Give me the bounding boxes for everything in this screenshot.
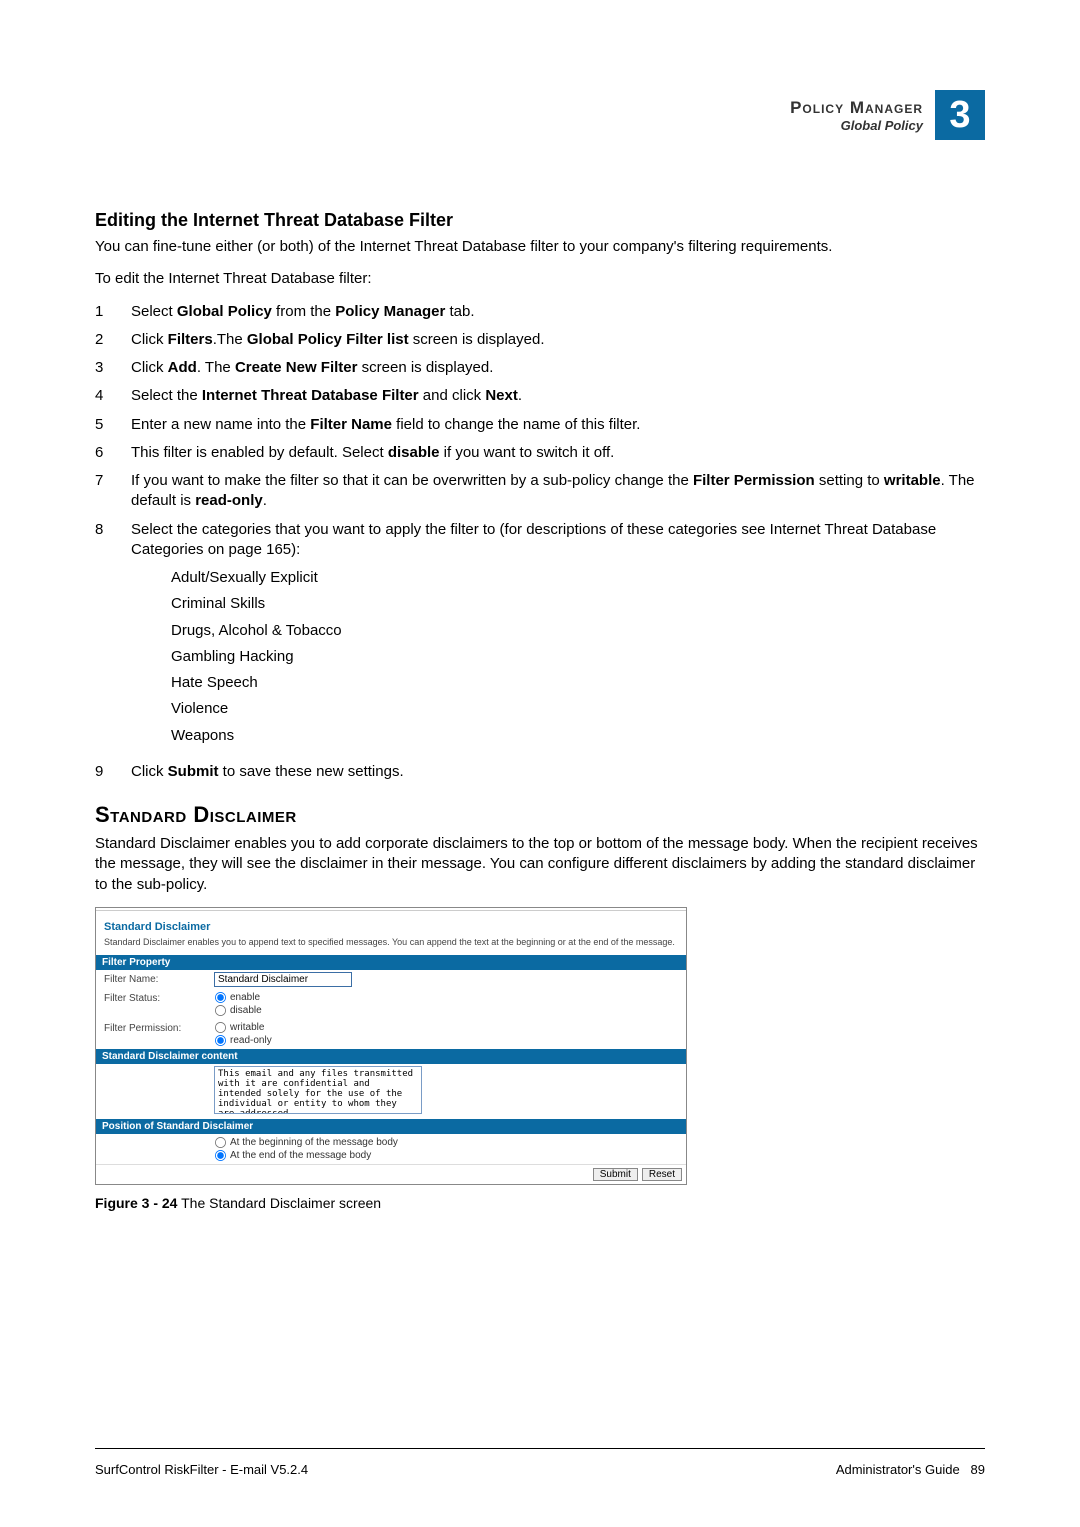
bar-filter-property: Filter Property: [96, 955, 686, 970]
chapter-badge: 3: [935, 90, 985, 140]
row-filter-name: Filter Name:: [96, 970, 686, 989]
step-2: 2 Click Filters.The Global Policy Filter…: [95, 330, 985, 350]
step-6: 6 This filter is enabled by default. Sel…: [95, 443, 985, 463]
category-item: Violence: [171, 699, 985, 719]
shot-description: Standard Disclaimer enables you to appen…: [96, 937, 686, 955]
bar-disclaimer-content: Standard Disclaimer content: [96, 1049, 686, 1064]
label-filter-permission: Filter Permission:: [104, 1021, 214, 1034]
categories-list: Adult/Sexually Explicit Criminal Skills …: [171, 568, 985, 746]
disclaimer-content-textarea[interactable]: [214, 1066, 422, 1114]
figure-caption: Figure 3 - 24 The Standard Disclaimer sc…: [95, 1195, 985, 1211]
radio-pos-beginning[interactable]: At the beginning of the message body: [214, 1136, 678, 1149]
category-item: Drugs, Alcohol & Tobacco: [171, 621, 985, 641]
step-3: 3 Click Add. The Create New Filter scree…: [95, 358, 985, 378]
disclaimer-paragraph: Standard Disclaimer enables you to add c…: [95, 834, 985, 895]
footer-product: SurfControl RiskFilter - E-mail V5.2.4: [95, 1462, 308, 1477]
footer-guide: Administrator's Guide 89: [836, 1462, 985, 1477]
shot-title: Standard Disclaimer: [96, 910, 686, 937]
footer-rule: [95, 1448, 985, 1449]
radio-status-enable[interactable]: enable: [214, 991, 678, 1004]
section-heading-disclaimer: Standard Disclaimer: [95, 802, 985, 828]
screenshot-standard-disclaimer: Standard Disclaimer Standard Disclaimer …: [95, 907, 687, 1185]
step-7: 7 If you want to make the filter so that…: [95, 471, 985, 512]
label-filter-name: Filter Name:: [104, 972, 214, 985]
radio-perm-readonly[interactable]: read-only: [214, 1034, 678, 1047]
row-filter-status: Filter Status: enable disable: [96, 989, 686, 1019]
lead-paragraph: To edit the Internet Threat Database fil…: [95, 269, 985, 289]
row-filter-permission: Filter Permission: writable read-only: [96, 1019, 686, 1049]
step-1: 1 Select Global Policy from the Policy M…: [95, 302, 985, 322]
submit-button[interactable]: Submit: [593, 1168, 638, 1181]
radio-pos-end[interactable]: At the end of the message body: [214, 1149, 678, 1162]
step-4: 4 Select the Internet Threat Database Fi…: [95, 386, 985, 406]
category-item: Hate Speech: [171, 673, 985, 693]
category-item: Weapons: [171, 726, 985, 746]
category-item: Adult/Sexually Explicit: [171, 568, 985, 588]
header-title: Policy Manager: [790, 98, 923, 118]
category-item: Gambling Hacking: [171, 647, 985, 667]
steps-list: 1 Select Global Policy from the Policy M…: [95, 302, 985, 783]
reset-button[interactable]: Reset: [642, 1168, 682, 1181]
step-9: 9 Click Submit to save these new setting…: [95, 762, 985, 782]
row-content: [96, 1064, 686, 1119]
section-heading-editing: Editing the Internet Threat Database Fil…: [95, 210, 985, 231]
radio-perm-writable[interactable]: writable: [214, 1021, 678, 1034]
category-item: Criminal Skills: [171, 594, 985, 614]
row-position: At the beginning of the message body At …: [96, 1134, 686, 1164]
label-filter-status: Filter Status:: [104, 991, 214, 1004]
step-5: 5 Enter a new name into the Filter Name …: [95, 415, 985, 435]
page-header: Policy Manager Global Policy 3: [95, 90, 985, 140]
bar-position: Position of Standard Disclaimer: [96, 1119, 686, 1134]
intro-paragraph: You can fine-tune either (or both) of th…: [95, 237, 985, 257]
header-subtitle: Global Policy: [790, 118, 923, 133]
radio-status-disable[interactable]: disable: [214, 1004, 678, 1017]
filter-name-input[interactable]: [214, 972, 352, 987]
page-footer: SurfControl RiskFilter - E-mail V5.2.4 A…: [95, 1462, 985, 1477]
step-8: 8 Select the categories that you want to…: [95, 520, 985, 754]
